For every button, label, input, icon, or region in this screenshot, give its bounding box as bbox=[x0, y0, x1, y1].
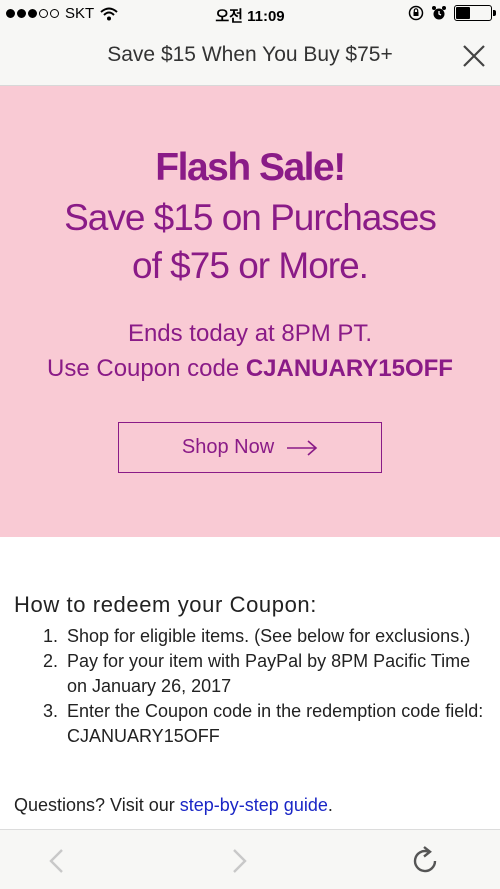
close-icon[interactable] bbox=[458, 40, 490, 72]
redeem-title: How to redeem your Coupon: bbox=[14, 592, 317, 617]
questions-line: Questions? Visit our step-by-step guide. bbox=[14, 795, 333, 816]
browser-toolbar bbox=[0, 829, 500, 889]
status-right bbox=[408, 5, 496, 21]
step-by-step-guide-link[interactable]: step-by-step guide bbox=[180, 795, 328, 815]
hero-ends-text: Ends today at 8PM PT. bbox=[127, 320, 373, 347]
chevron-right-icon[interactable] bbox=[224, 846, 254, 876]
questions-suffix: . bbox=[327, 795, 333, 815]
shop-now-label: Shop Now bbox=[181, 436, 275, 458]
status-bar: SKT 오전 11:09 bbox=[0, 0, 500, 28]
chevron-left-icon[interactable] bbox=[42, 846, 72, 876]
arrow-right-icon bbox=[287, 439, 318, 456]
step-number: 3. bbox=[42, 701, 58, 721]
promo-banner-text: Save $15 When You Buy $75+ bbox=[107, 43, 393, 66]
list-item: 2. Pay for your item with PayPal by 8PM … bbox=[14, 649, 486, 699]
rotation-lock-icon bbox=[408, 5, 424, 21]
shop-now-button[interactable]: Shop Now bbox=[118, 422, 382, 473]
step-number: 1. bbox=[42, 626, 58, 646]
hero-coupon-line: Use Coupon code CJANUARY15OFF bbox=[0, 351, 500, 386]
promo-banner: Save $15 When You Buy $75+ bbox=[0, 28, 500, 86]
hero-coupon-code: CJANUARY15OFF bbox=[245, 355, 453, 382]
hero-subtitle-line1: Save $15 on Purchases bbox=[64, 197, 437, 238]
step-text: Pay for your item with PayPal by 8PM Pac… bbox=[67, 651, 471, 696]
hero-subtitle: Save $15 on Purchases of $75 or More. bbox=[0, 194, 500, 290]
alarm-icon bbox=[432, 6, 446, 20]
redeem-steps: 1. Shop for eligible items. (See below f… bbox=[14, 624, 486, 749]
redeem-instructions: How to redeem your Coupon: 1. Shop for e… bbox=[14, 592, 486, 749]
step-text: Enter the Coupon code in the redemption … bbox=[67, 701, 484, 746]
list-item: 1. Shop for eligible items. (See below f… bbox=[14, 624, 486, 649]
flash-sale-hero: Flash Sale! Save $15 on Purchases of $75… bbox=[0, 86, 500, 537]
questions-prefix: Questions? Visit our bbox=[14, 795, 180, 815]
step-text: Shop for eligible items. (See below for … bbox=[67, 626, 471, 646]
list-item: 3. Enter the Coupon code in the redempti… bbox=[14, 699, 486, 749]
step-number: 2. bbox=[42, 651, 58, 671]
battery-icon bbox=[454, 5, 496, 21]
reload-icon[interactable] bbox=[410, 846, 440, 876]
hero-coupon-prefix: Use Coupon code bbox=[47, 355, 246, 382]
hero-title: Flash Sale! bbox=[155, 146, 346, 189]
hero-subtitle-line2: of $75 or More. bbox=[132, 245, 369, 286]
